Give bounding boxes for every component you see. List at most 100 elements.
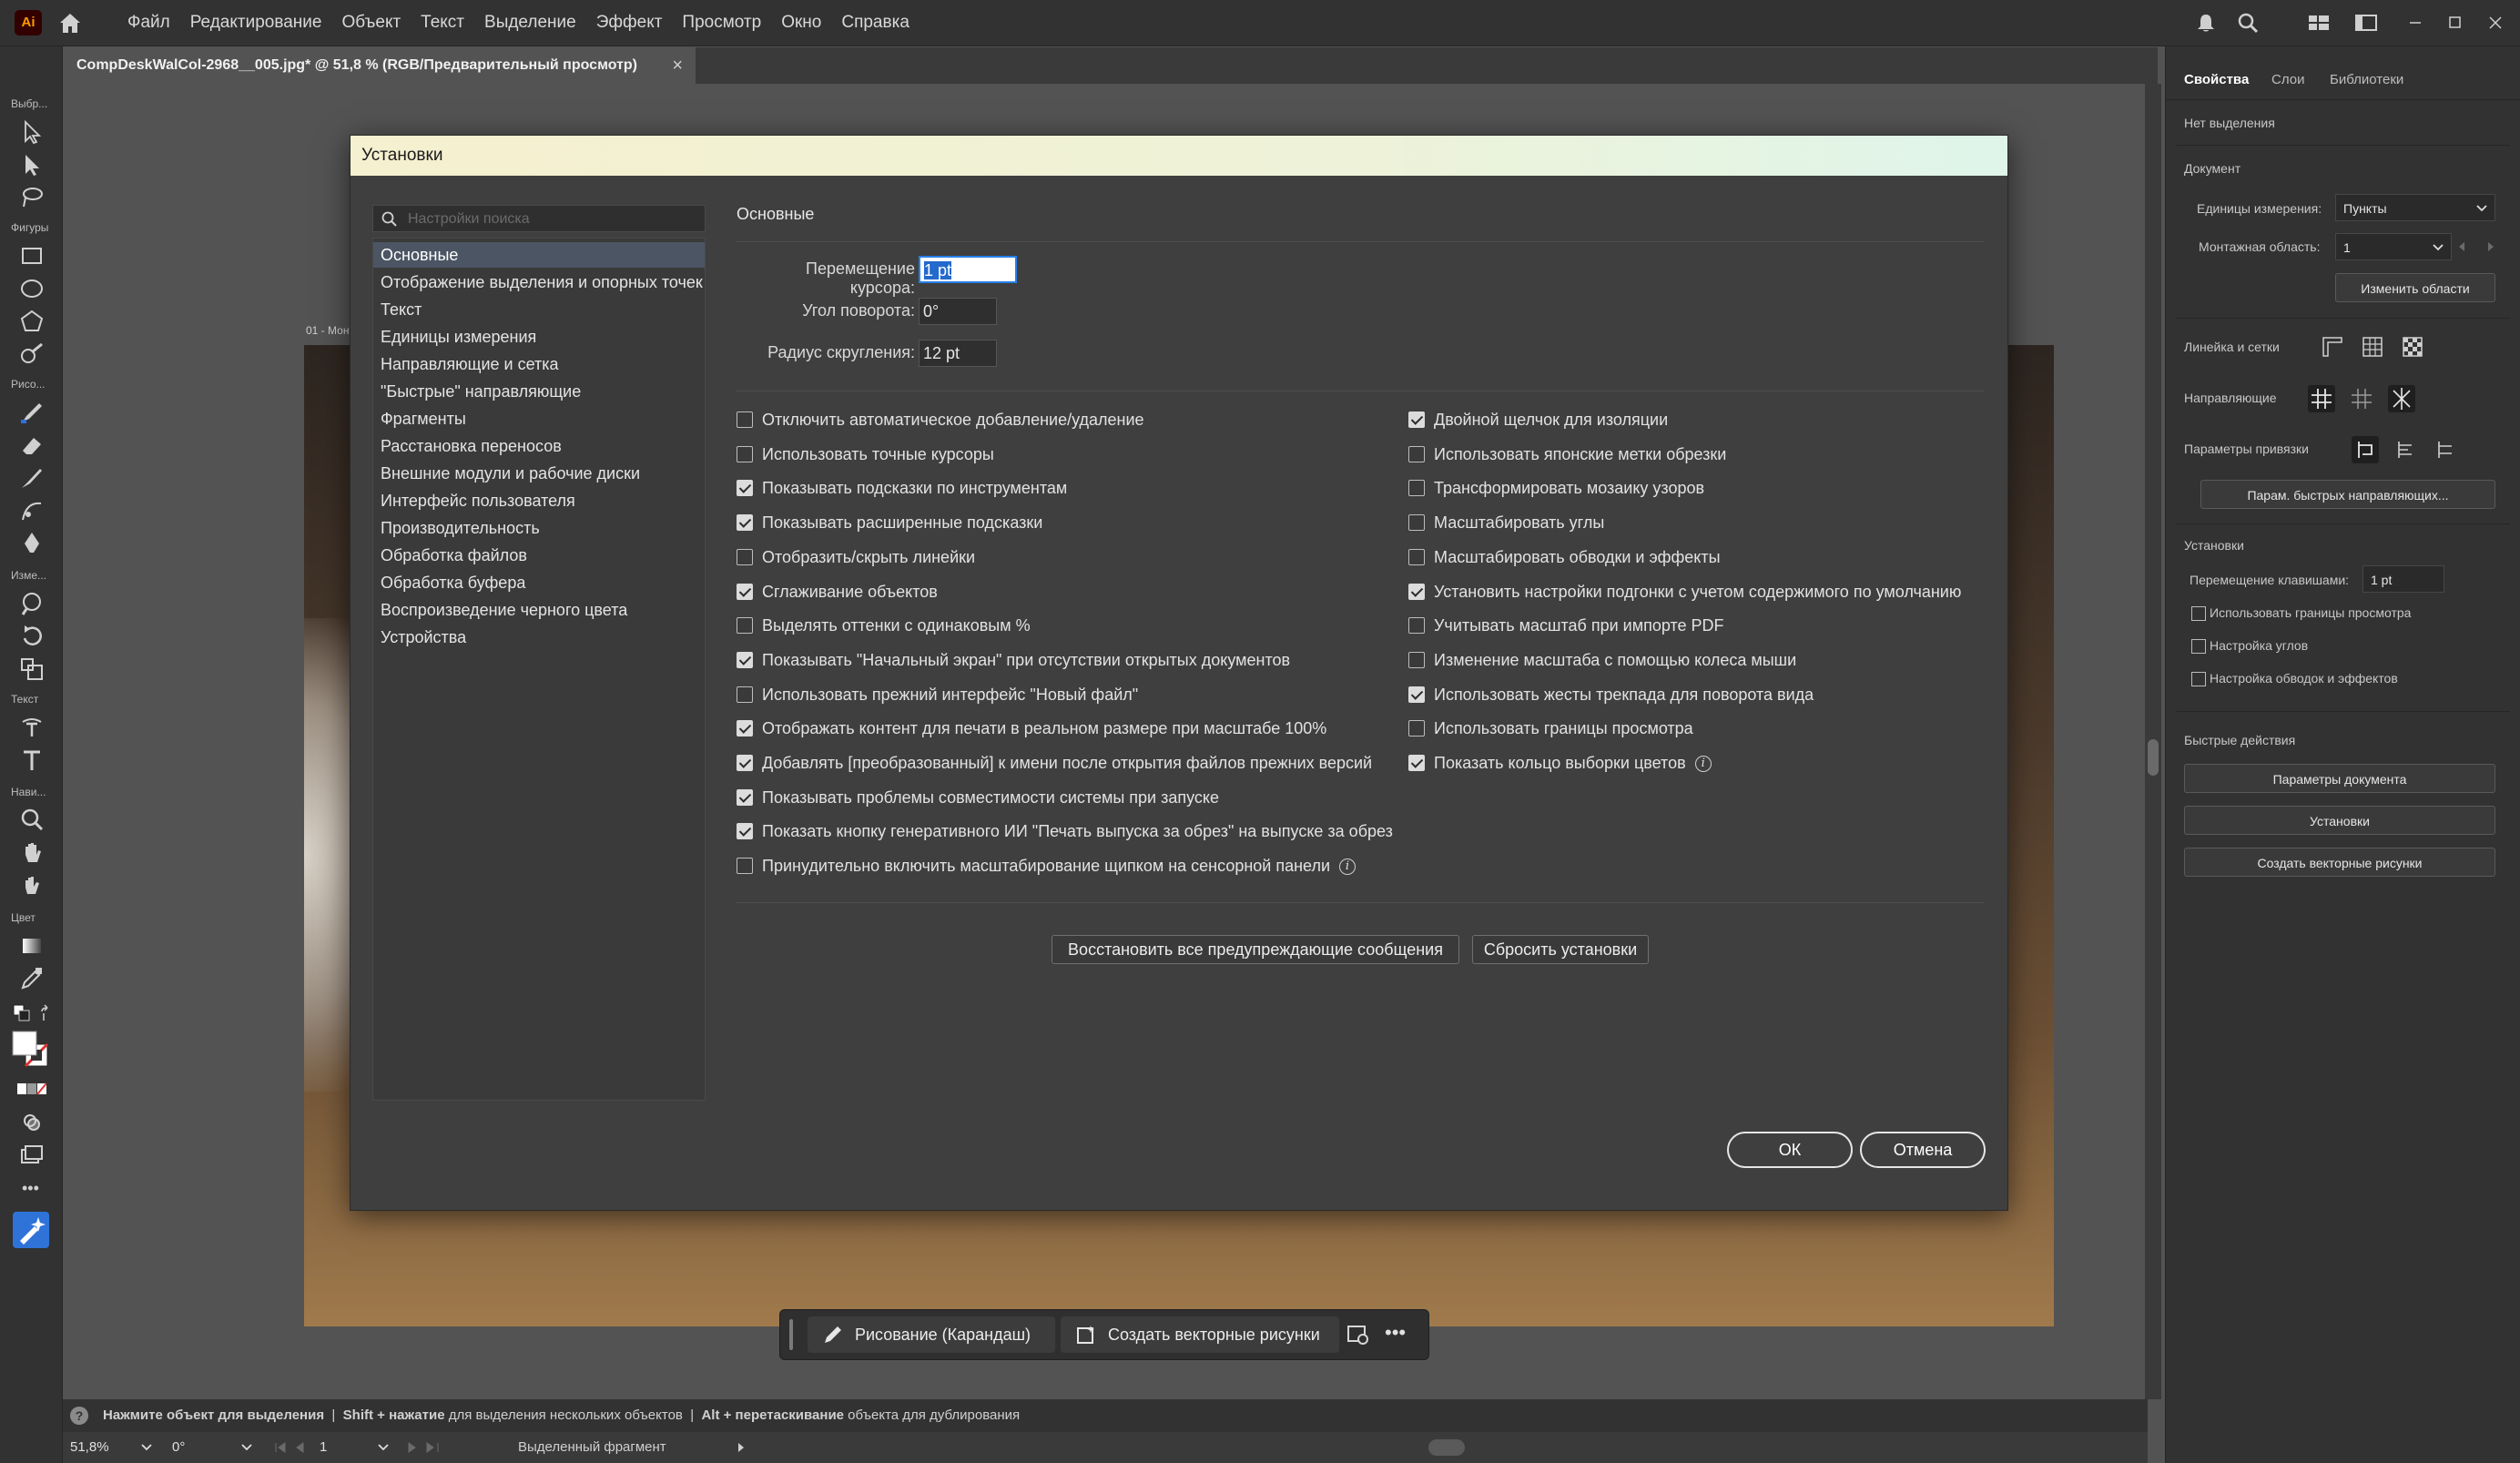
rectangle-tool-icon[interactable]: [17, 241, 46, 270]
image-trace-icon[interactable]: [1345, 1321, 1372, 1348]
dialog-title[interactable]: Установки: [351, 136, 2007, 176]
direct-selection-tool-icon[interactable]: [17, 150, 46, 179]
category-item[interactable]: Текст: [373, 297, 705, 322]
preference-option[interactable]: Показывать проблемы совместимости систем…: [737, 785, 1219, 810]
option-checkbox[interactable]: [1408, 514, 1425, 532]
preference-option[interactable]: Показывать расширенные подсказки: [737, 510, 1042, 535]
selection-tool-icon[interactable]: [17, 117, 46, 147]
chevron-down-icon[interactable]: [378, 1444, 389, 1451]
option-checkbox[interactable]: [737, 583, 753, 600]
menu-item[interactable]: Эффект: [596, 0, 663, 46]
horizontal-scrollbar-thumb[interactable]: [1428, 1439, 1465, 1456]
polygon-tool-icon[interactable]: [17, 307, 46, 336]
preference-option[interactable]: Показывать "Начальный экран" при отсутст…: [737, 647, 1290, 673]
preference-option[interactable]: Использовать жесты трекпада для поворота…: [1408, 682, 1814, 707]
option-checkbox[interactable]: [737, 720, 753, 737]
arrange-documents-icon[interactable]: [2354, 12, 2378, 34]
category-item[interactable]: Устройства: [373, 625, 705, 650]
edit-artboards-button[interactable]: Изменить области: [2335, 273, 2495, 302]
maximize-icon[interactable]: [2443, 12, 2466, 34]
lock-guides-icon[interactable]: [2348, 385, 2375, 412]
chevron-down-icon[interactable]: [141, 1444, 152, 1451]
option-checkbox[interactable]: [737, 617, 753, 635]
vectorize-button[interactable]: Создать векторные рисунки: [2184, 848, 2495, 877]
snap-to-glyph-icon[interactable]: [2432, 436, 2459, 463]
close-tab-icon[interactable]: ×: [672, 47, 683, 84]
option-checkbox[interactable]: [1408, 755, 1425, 771]
preference-option[interactable]: Принудительно включить масштабирование щ…: [737, 853, 1357, 879]
preference-option[interactable]: Отобразить/скрыть линейки: [737, 544, 975, 570]
zoom-tool-icon[interactable]: [17, 806, 46, 835]
ellipse-tool-icon[interactable]: [17, 274, 46, 303]
chevron-down-icon[interactable]: [241, 1444, 252, 1451]
category-item[interactable]: Направляющие и сетка: [373, 351, 705, 377]
preference-option[interactable]: Сглаживание объектов: [737, 579, 938, 605]
artboard-number-select[interactable]: 1: [2335, 233, 2452, 260]
preferences-button[interactable]: Установки: [2184, 806, 2495, 835]
rotate-view-tool-icon[interactable]: [17, 871, 46, 900]
blob-brush-tool-icon[interactable]: [17, 463, 46, 493]
status-fragment-label[interactable]: Выделенный фрагмент: [518, 1436, 666, 1459]
gradient-tool-icon[interactable]: [17, 931, 46, 960]
option-checkbox[interactable]: [737, 823, 753, 840]
preference-option[interactable]: Двойной щелчок для изоляции: [1408, 407, 1668, 432]
preference-option[interactable]: Трансформировать мозаику узоров: [1408, 475, 1704, 501]
category-item[interactable]: Фрагменты: [373, 406, 705, 432]
help-icon[interactable]: ?: [70, 1407, 88, 1425]
option-checkbox[interactable]: [737, 651, 753, 668]
preference-option[interactable]: Выделять оттенки с одинаковым %: [737, 613, 1031, 638]
scrollbar-thumb[interactable]: [2148, 739, 2159, 776]
paintbrush-tool-icon[interactable]: [17, 398, 46, 427]
option-checkbox[interactable]: [1408, 548, 1425, 565]
category-item[interactable]: Отображение выделения и опорных точек: [373, 269, 705, 295]
category-item[interactable]: Обработка файлов: [373, 543, 705, 568]
keyboard-increment-field[interactable]: 1 pt: [919, 256, 1017, 283]
category-item[interactable]: Единицы измерения: [373, 324, 705, 350]
tab-libraries[interactable]: Библиотеки: [2330, 72, 2403, 87]
artboard-nav-field[interactable]: 1: [320, 1436, 327, 1459]
option-checkbox[interactable]: [737, 411, 753, 428]
category-item[interactable]: Обработка буфера: [373, 570, 705, 595]
reset-preferences-button[interactable]: Сбросить установки: [1472, 935, 1649, 964]
tab-properties[interactable]: Свойства: [2184, 72, 2249, 87]
smart-guides-settings-button[interactable]: Парам. быстрых направляющих...: [2200, 480, 2495, 509]
preference-option[interactable]: Установить настройки подгонки с учетом с…: [1408, 579, 1961, 605]
default-colors-icon[interactable]: [13, 1004, 33, 1024]
snap-to-point-icon[interactable]: [2352, 436, 2379, 463]
option-checkbox[interactable]: [1408, 583, 1425, 600]
eraser-tool-icon[interactable]: [17, 431, 46, 460]
preference-option[interactable]: Использовать японские метки обрезки: [1408, 442, 1726, 467]
option-checkbox[interactable]: [737, 480, 753, 497]
preference-option[interactable]: Показывать подсказки по инструментам: [737, 475, 1067, 501]
tab-layers[interactable]: Слои: [2271, 72, 2304, 87]
zoom-field[interactable]: 51,8%: [70, 1436, 109, 1459]
info-icon[interactable]: i: [1339, 858, 1357, 876]
option-checkbox[interactable]: [1408, 445, 1425, 462]
type-on-path-tool-icon[interactable]: [17, 713, 46, 742]
constrain-angle-field[interactable]: 0°: [919, 298, 997, 325]
preference-option[interactable]: Использовать прежний интерфейс "Новый фа…: [737, 682, 1138, 707]
home-icon[interactable]: [56, 9, 84, 36]
artboard-nav-next-icons[interactable]: [407, 1442, 462, 1453]
option-checkbox[interactable]: [737, 788, 753, 806]
option-checkbox[interactable]: [737, 548, 753, 565]
eyedropper-tool-icon[interactable]: [17, 964, 46, 993]
rotate-tool-icon[interactable]: [17, 622, 46, 651]
category-item[interactable]: Расстановка переносов: [373, 433, 705, 459]
document-tab[interactable]: CompDeskWalCol-2968__005.jpg* @ 51,8 % (…: [64, 47, 696, 84]
preview-bounds-checkbox[interactable]: [2191, 606, 2206, 621]
smart-guides-icon[interactable]: [2388, 385, 2415, 412]
category-item[interactable]: Основные: [373, 242, 705, 268]
minimize-icon[interactable]: [2403, 12, 2427, 34]
preference-option[interactable]: Показать кольцо выборки цветов i: [1408, 750, 1712, 776]
menu-item[interactable]: Объект: [341, 0, 401, 46]
menu-item[interactable]: Просмотр: [682, 0, 761, 46]
scale-corners-checkbox[interactable]: [2191, 639, 2206, 654]
ok-button[interactable]: ОК: [1727, 1132, 1853, 1168]
preference-option[interactable]: Масштабировать углы: [1408, 510, 1604, 535]
info-icon[interactable]: i: [1694, 756, 1712, 773]
more-tools-icon[interactable]: •••: [22, 1179, 39, 1198]
curvature-tool-icon[interactable]: [17, 496, 46, 525]
pen-tool-icon[interactable]: [17, 529, 46, 558]
menu-item[interactable]: Справка: [841, 0, 909, 46]
